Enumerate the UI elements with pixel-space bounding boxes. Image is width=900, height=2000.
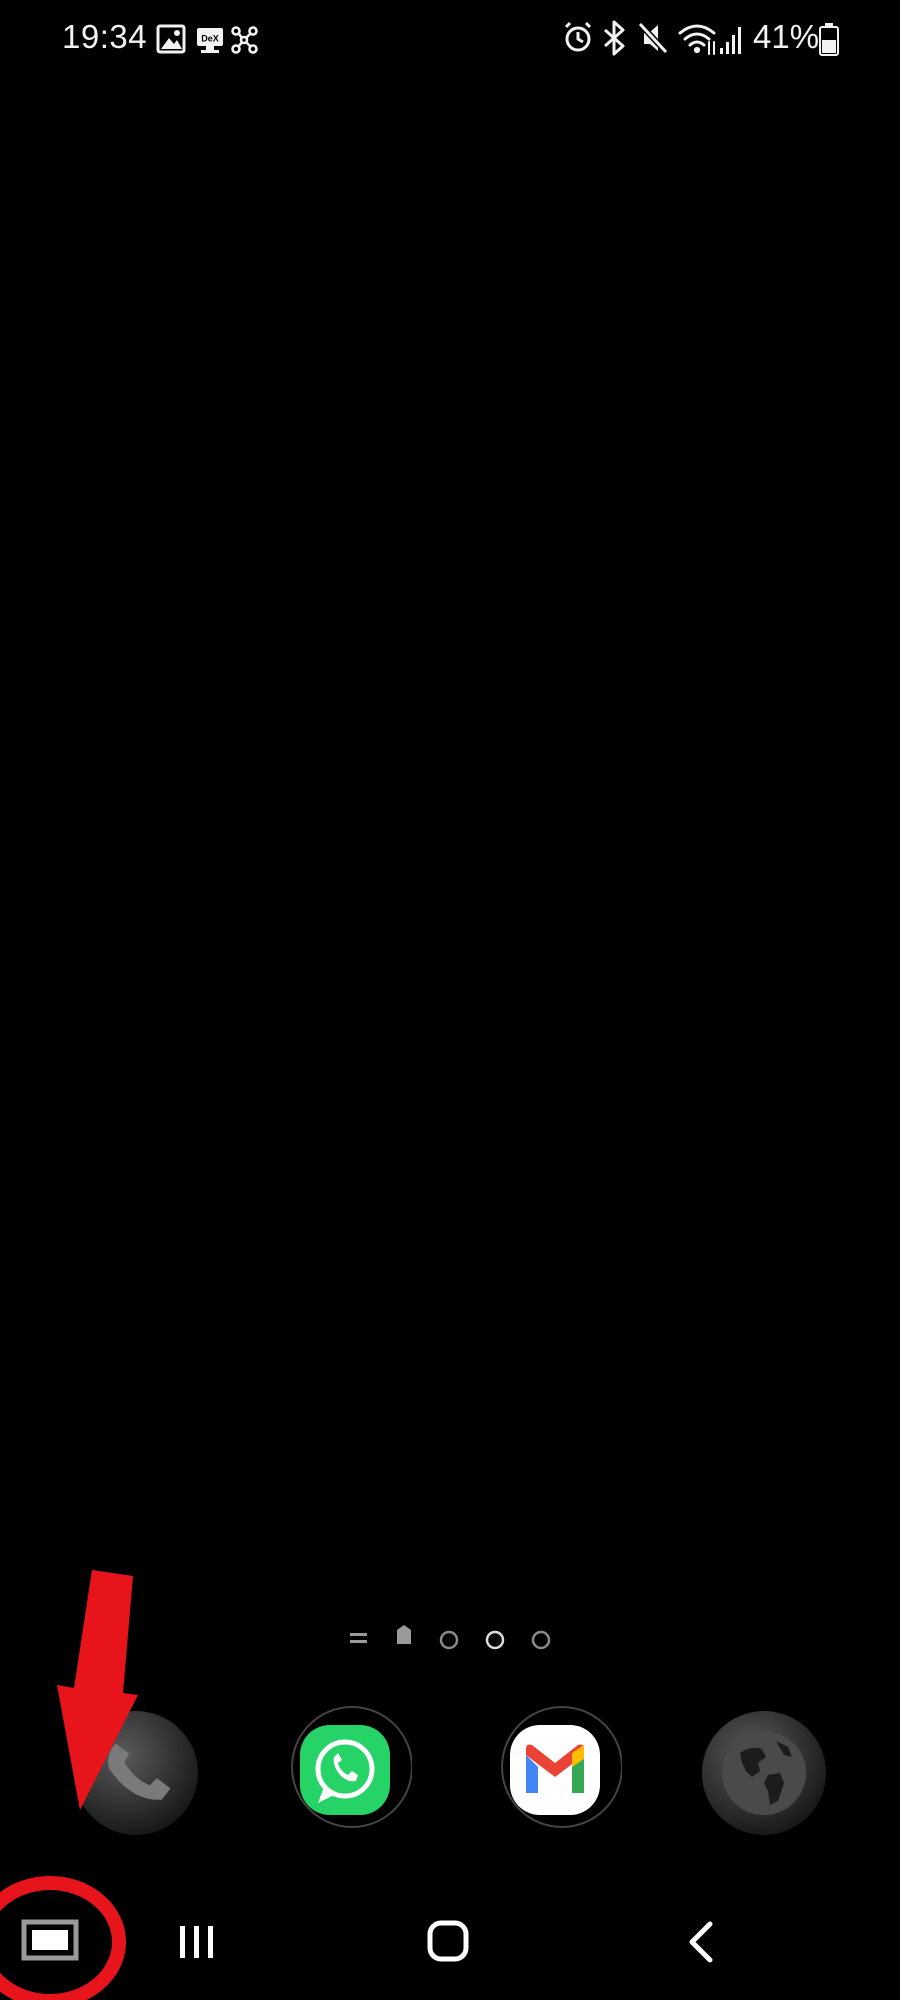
whatsapp-icon[interactable] [276, 1705, 412, 1841]
page-indicator [350, 1625, 551, 1650]
phone-icon[interactable] [68, 1705, 204, 1841]
page-dot[interactable] [531, 1630, 551, 1650]
dex-label: DeX [201, 34, 219, 44]
status-left-icons: DeX [156, 24, 258, 54]
page-dot[interactable] [439, 1630, 459, 1650]
battery-icon [819, 23, 839, 56]
screen-mode-button[interactable] [21, 1919, 79, 1961]
page-home-icon[interactable] [397, 1625, 411, 1644]
status-bar: 19:34 DeX 41% [0, 0, 900, 80]
status-time: 19:34 [62, 18, 148, 55]
gallery-icon [156, 24, 186, 54]
battery-percent: 41% [753, 18, 820, 55]
bluetooth-icon [604, 20, 625, 56]
globe-icon[interactable] [696, 1705, 832, 1841]
annotation-overlay [0, 1570, 138, 2000]
mute-icon [637, 21, 669, 55]
wifi-icon [678, 24, 716, 55]
back-button[interactable] [689, 1921, 713, 1963]
page-dot-active[interactable] [485, 1630, 505, 1650]
alarm-icon [564, 21, 592, 52]
dock [0, 1705, 900, 1855]
recent-apps-button[interactable] [180, 1926, 213, 1958]
connection-icon [231, 26, 258, 54]
home-button[interactable] [427, 1920, 469, 1962]
nav-bar [21, 1919, 713, 1963]
page-list-icon[interactable] [350, 1633, 367, 1643]
gmail-icon[interactable] [486, 1705, 622, 1841]
signal-icon [720, 27, 741, 54]
status-right-icons [564, 20, 741, 56]
dex-icon: DeX [197, 28, 223, 53]
